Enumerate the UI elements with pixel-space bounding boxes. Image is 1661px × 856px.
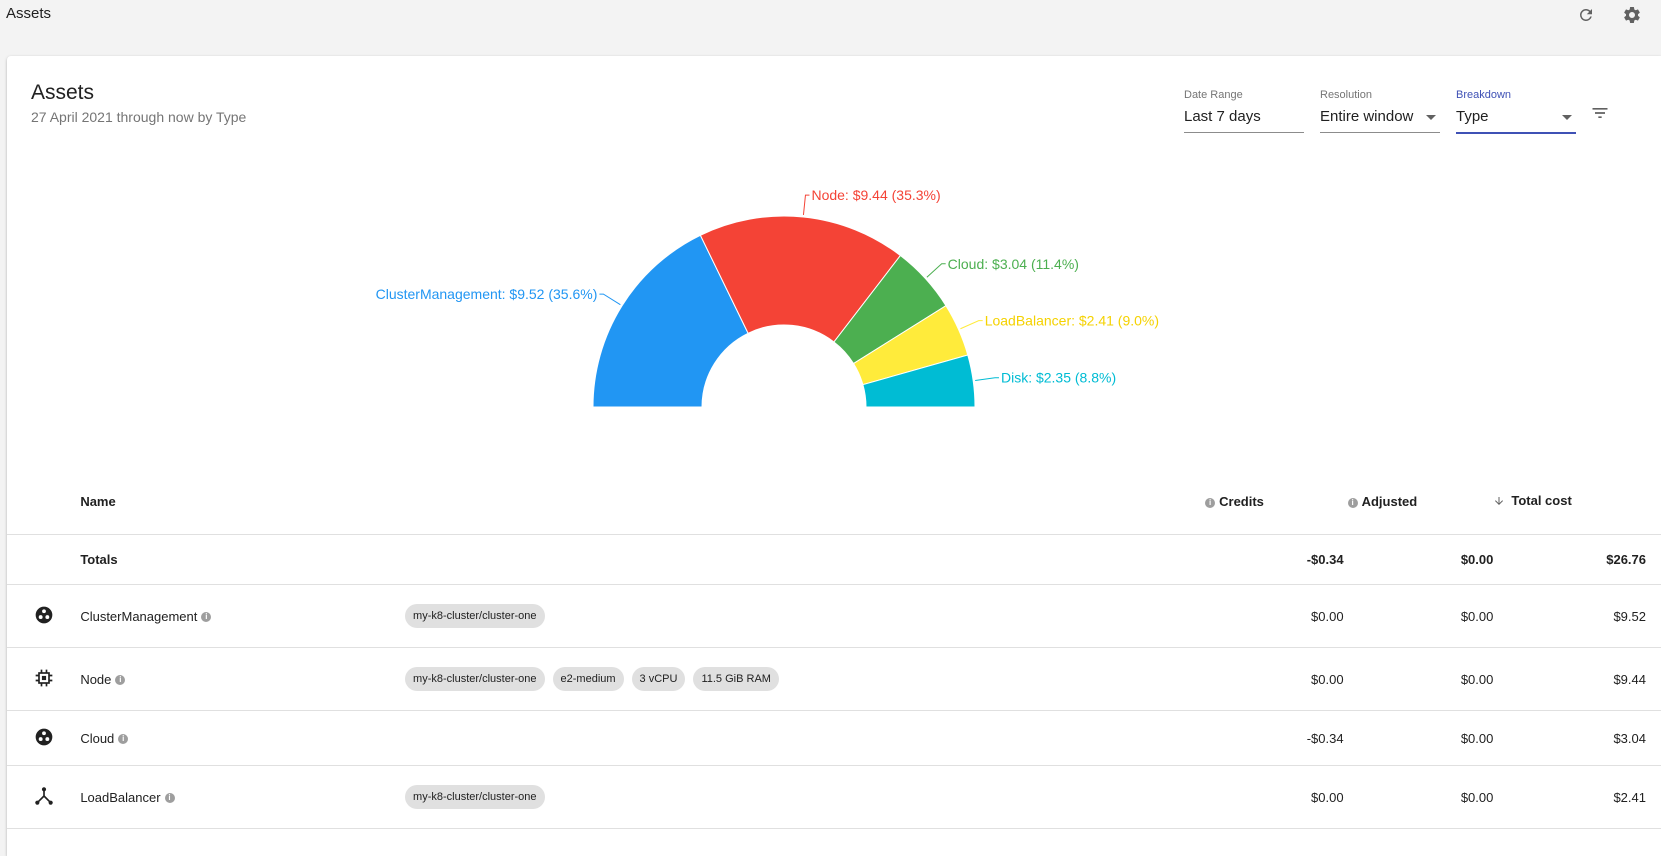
- asset-total-cost: $2.41: [1493, 765, 1661, 829]
- chip-icon: [34, 669, 54, 691]
- totals-total: $26.76: [1493, 534, 1661, 585]
- asset-adjusted: $0.00: [1343, 710, 1494, 766]
- header-name[interactable]: Name: [80, 469, 406, 535]
- info-icon[interactable]: i: [115, 675, 126, 686]
- chart-leader-line: [599, 293, 621, 306]
- assets-table: Name i Credits i Adjusted Total cost Total…: [7, 469, 1661, 829]
- label-chip: 11.5 GiB RAM: [693, 667, 779, 691]
- info-icon[interactable]: i: [1205, 497, 1216, 508]
- asset-name[interactable]: Cloud: [80, 731, 114, 746]
- chart-leader-line: [802, 194, 810, 216]
- chart-label-disk: Disk: $2.35 (8.8%): [1001, 370, 1116, 386]
- refresh-icon[interactable]: [1573, 2, 1599, 28]
- info-icon[interactable]: i: [164, 793, 175, 804]
- chart-leader-line: [960, 320, 983, 330]
- totals-adjusted: $0.00: [1343, 534, 1494, 585]
- asset-tags: my-k8-cluster/cluster-one: [405, 584, 1202, 648]
- asset-name[interactable]: ClusterManagement: [80, 609, 197, 624]
- asset-credits: $0.00: [1201, 584, 1344, 648]
- asset-name[interactable]: Node: [80, 672, 111, 687]
- info-icon[interactable]: i: [201, 612, 212, 623]
- info-icon[interactable]: i: [118, 734, 129, 745]
- label-chip: 3 vCPU: [631, 667, 686, 691]
- table-header-row: Name i Credits i Adjusted Total cost: [7, 469, 1661, 535]
- header-adjusted-label: Adjusted: [1361, 494, 1418, 509]
- cluster-icon: [34, 728, 54, 750]
- asset-credits: $0.00: [1201, 765, 1344, 829]
- asset-total-cost: $9.44: [1493, 647, 1661, 711]
- asset-adjusted: $0.00: [1343, 765, 1494, 829]
- label-chip: e2-medium: [552, 667, 624, 691]
- asset-adjusted: $0.00: [1343, 584, 1494, 648]
- asset-adjusted: $0.00: [1343, 647, 1494, 711]
- app-title: Assets: [6, 5, 52, 22]
- chart-label-cloud: Cloud: $3.04 (11.4%): [948, 256, 1079, 272]
- cluster-icon: [34, 606, 54, 628]
- chart-leader-line: [975, 377, 999, 381]
- chart-label-node: Node: $9.44 (35.3%): [811, 187, 940, 203]
- totals-row: Totals -$0.34 $0.00 $26.76: [7, 534, 1661, 585]
- label-chip: my-k8-cluster/cluster-one: [405, 785, 545, 809]
- gear-icon[interactable]: [1619, 2, 1645, 28]
- header-credits[interactable]: i Credits: [1201, 469, 1344, 535]
- chart-leader-line: [926, 263, 946, 278]
- asset-tags: [405, 710, 1202, 766]
- chart-label-loadbalancer: LoadBalancer: $2.41 (9.0%): [985, 313, 1159, 329]
- table-row[interactable]: ClusterManagement i my-k8-cluster/cluster-…: [7, 584, 1661, 648]
- table-row[interactable]: LoadBalancer i my-k8-cluster/cluster-one $0…: [7, 765, 1661, 829]
- asset-credits: $0.00: [1201, 647, 1344, 711]
- asset-name[interactable]: LoadBalancer: [80, 790, 160, 805]
- totals-credits: -$0.34: [1201, 534, 1344, 585]
- asset-credits: -$0.34: [1201, 710, 1344, 766]
- chart-label-clustermanagement: ClusterManagement: $9.52 (35.6%): [376, 286, 598, 302]
- assets-half-donut-chart: ClusterManagement: $9.52 (35.6%) Node: $9…: [376, 187, 1159, 408]
- table-row[interactable]: Node i my-k8-cluster/cluster-one e2-medium 3…: [7, 647, 1661, 711]
- info-icon[interactable]: i: [1347, 497, 1358, 508]
- asset-tags: my-k8-cluster/cluster-one: [405, 765, 1202, 829]
- label-chip: my-k8-cluster/cluster-one: [405, 667, 545, 691]
- asset-total-cost: $9.52: [1493, 584, 1661, 648]
- asset-tags: my-k8-cluster/cluster-one e2-medium 3 vCPU…: [405, 647, 1202, 711]
- header-adjusted[interactable]: i Adjusted: [1343, 469, 1494, 535]
- top-bar: Assets: [0, 0, 1661, 40]
- header-credits-label: Credits: [1219, 494, 1264, 509]
- header-total-label: Total cost: [1511, 493, 1572, 509]
- load-balancer-icon: [34, 786, 54, 809]
- totals-label: Totals: [80, 534, 406, 585]
- header-total-cost[interactable]: Total cost: [1493, 469, 1661, 535]
- table-row[interactable]: Cloud i -$0.34 $0.00 $3.04: [7, 710, 1661, 766]
- label-chip: my-k8-cluster/cluster-one: [405, 604, 545, 628]
- assets-card: Assets 27 April 2021 through now by Type…: [7, 56, 1661, 856]
- arrow-down-icon: [1493, 495, 1505, 510]
- asset-total-cost: $3.04: [1493, 710, 1661, 766]
